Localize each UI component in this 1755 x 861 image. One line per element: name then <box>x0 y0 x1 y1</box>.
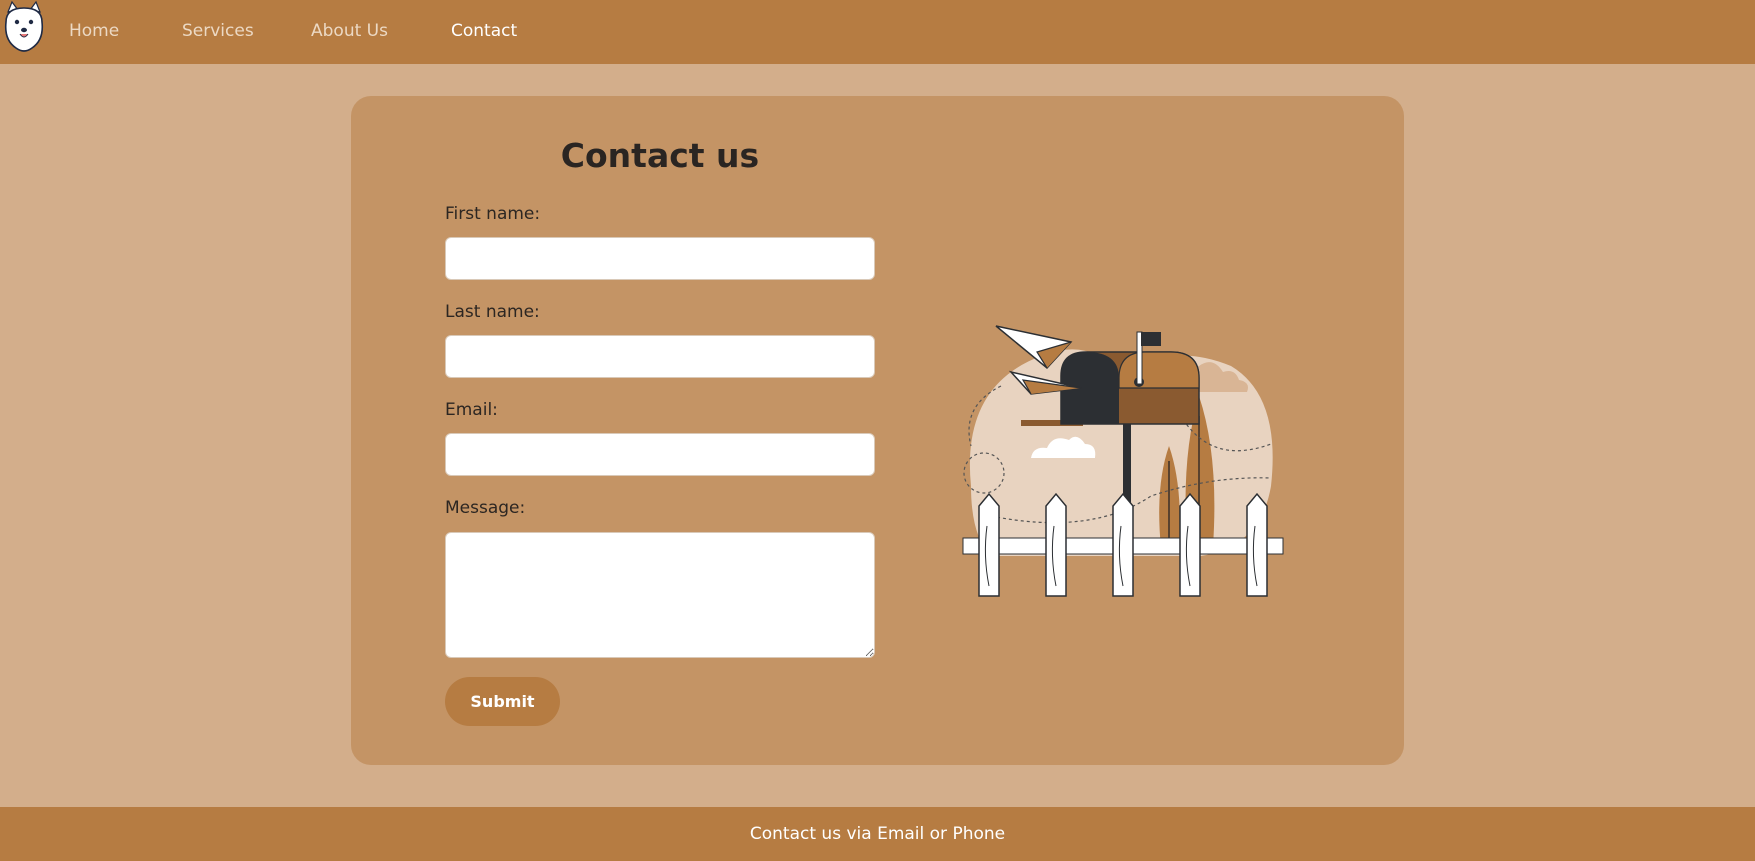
email-label: Email: <box>445 400 498 420</box>
nav-link-about-us[interactable]: About Us <box>311 20 388 42</box>
footer-text: Contact us via Email or Phone <box>749 824 1006 844</box>
submit-button[interactable]: Submit <box>445 677 560 726</box>
last-name-label: Last name: <box>445 302 540 322</box>
nav-link-contact[interactable]: Contact <box>451 20 517 42</box>
nav-link-services[interactable]: Services <box>182 20 254 42</box>
first-name-field[interactable] <box>445 237 875 280</box>
contact-card: Contact us First name: Last name: Email:… <box>351 96 1404 765</box>
first-name-label: First name: <box>445 204 541 224</box>
dog-logo-icon[interactable] <box>2 0 46 54</box>
nav-link-home[interactable]: Home <box>69 20 119 42</box>
footer: Contact us via Email or Phone <box>0 807 1755 861</box>
email-field[interactable] <box>445 433 875 476</box>
page-title: Contact us <box>560 136 760 175</box>
message-field[interactable] <box>445 532 875 658</box>
mailbox-illustration-icon <box>962 325 1284 597</box>
message-label: Message: <box>445 498 526 518</box>
last-name-field[interactable] <box>445 335 875 378</box>
top-navbar: Home Services About Us Contact <box>0 0 1755 64</box>
